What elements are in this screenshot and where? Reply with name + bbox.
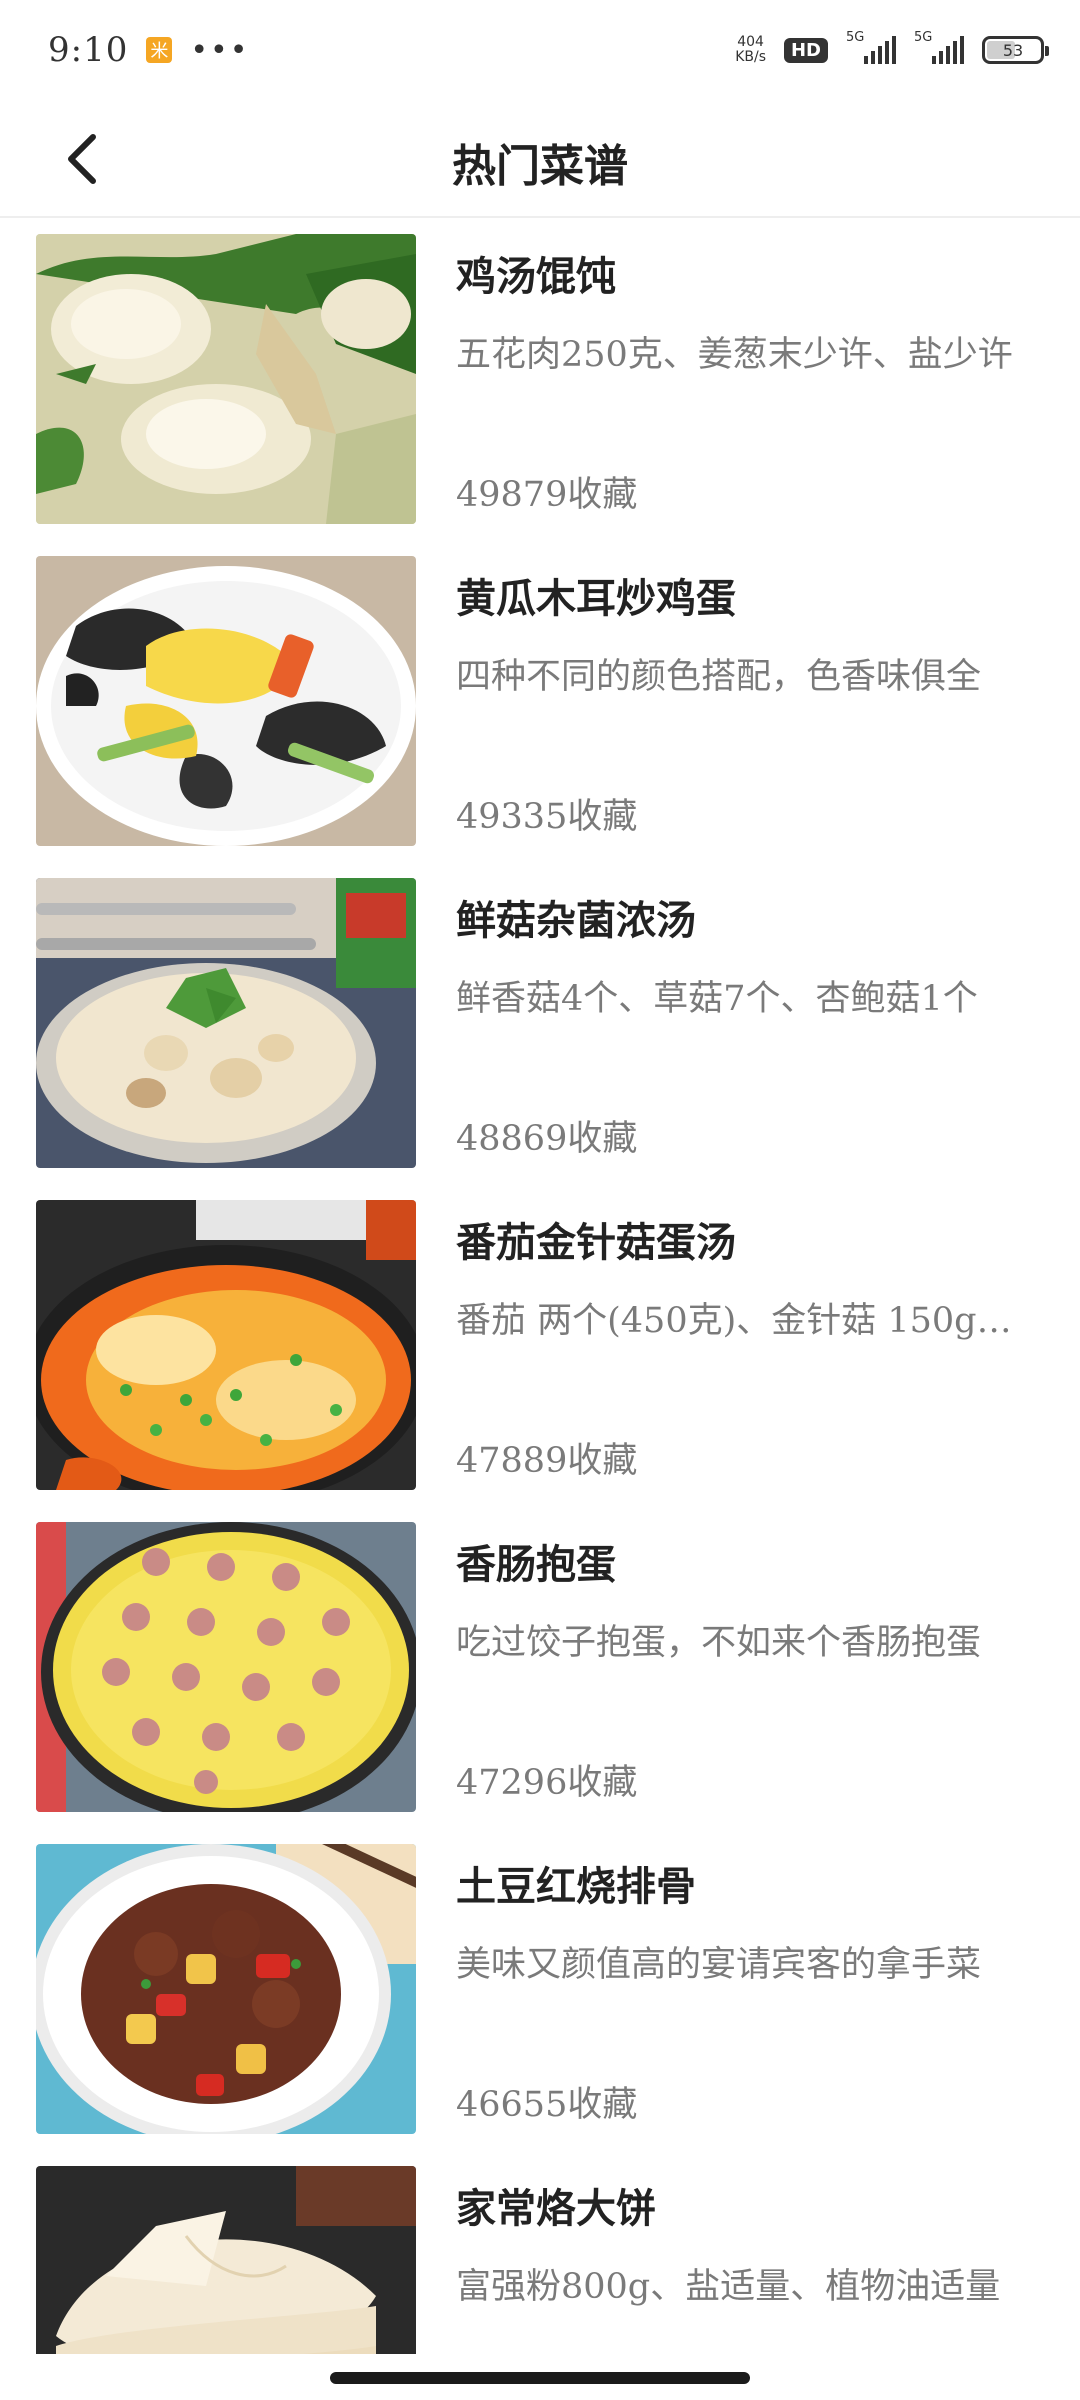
signal-strength-icon: 5G (846, 30, 896, 64)
recipe-name: 鸡汤馄饨 (456, 253, 616, 300)
recipe-favorites-count: 49879收藏 (456, 475, 638, 515)
hd-voice-icon: HD (783, 37, 828, 63)
list-item[interactable]: 土豆红烧排骨 美味又颜值高的宴请宾客的拿手菜 46655收藏 (36, 1844, 1044, 2134)
recipe-description: 五花肉250克、姜葱末少许、盐少许 (456, 335, 1013, 375)
status-bar: 9:10 米 ••• 404 KB/s HD 5G 5G 53 (0, 0, 1080, 100)
recipe-description: 吃过饺子抱蛋，不如来个香肠抱蛋 (456, 1623, 982, 1663)
recipe-info: 香肠抱蛋 吃过饺子抱蛋，不如来个香肠抱蛋 47296收藏 (456, 1522, 1044, 1812)
recipe-info: 番茄金针菇蛋汤 番茄 两个(450克)、金针菇 150g、鸡蛋 47889收藏 (456, 1200, 1044, 1490)
page-title: 热门菜谱 (452, 141, 628, 192)
recipe-name: 鲜菇杂菌浓汤 (456, 897, 696, 944)
recipe-favorites-count: 47296收藏 (456, 1763, 638, 1803)
recipe-name: 黄瓜木耳炒鸡蛋 (456, 575, 736, 622)
recipe-image (36, 234, 416, 524)
recipe-favorites-count: 49335收藏 (456, 797, 638, 837)
recipe-image (36, 1844, 416, 2134)
more-notifications-icon: ••• (190, 32, 250, 68)
network-speed-unit: KB/s (735, 49, 766, 65)
recipe-image (36, 878, 416, 1168)
recipe-image (36, 1522, 416, 1812)
recipe-name: 番茄金针菇蛋汤 (456, 1219, 736, 1266)
list-item[interactable]: 鲜菇杂菌浓汤 鲜香菇4个、草菇7个、杏鲍菇1个 48869收藏 (36, 878, 1044, 1168)
recipe-image (36, 556, 416, 846)
notification-app-icon: 米 (146, 37, 173, 63)
battery-icon: 53 (982, 36, 1049, 64)
list-item[interactable]: 家常烙大饼 富强粉800g、盐适量、植物油适量 (36, 2166, 1044, 2354)
recipe-info: 鸡汤馄饨 五花肉250克、姜葱末少许、盐少许 49879收藏 (456, 234, 1044, 524)
recipe-info: 鲜菇杂菌浓汤 鲜香菇4个、草菇7个、杏鲍菇1个 48869收藏 (456, 878, 1044, 1168)
recipe-list[interactable]: 鸡汤馄饨 五花肉250克、姜葱末少许、盐少许 49879收藏 黄瓜木耳炒鸡蛋 四… (0, 234, 1080, 2354)
status-left: 9:10 米 ••• (48, 30, 249, 70)
status-time: 9:10 (48, 30, 129, 70)
signal-strength-icon-2: 5G (914, 30, 964, 64)
list-item[interactable]: 番茄金针菇蛋汤 番茄 两个(450克)、金针菇 150g、鸡蛋 47889收藏 (36, 1200, 1044, 1490)
recipe-name: 香肠抱蛋 (456, 1541, 616, 1588)
recipe-favorites-count: 48869收藏 (456, 1119, 638, 1159)
header-bar: 热门菜谱 (0, 100, 1080, 218)
recipe-image (36, 2166, 416, 2354)
recipe-description: 四种不同的颜色搭配，色香味俱全 (456, 657, 982, 697)
status-right: 404 KB/s HD 5G 5G 53 (735, 30, 1049, 65)
list-item[interactable]: 黄瓜木耳炒鸡蛋 四种不同的颜色搭配，色香味俱全 49335收藏 (36, 556, 1044, 846)
recipe-favorites-count: 46655收藏 (456, 2085, 638, 2125)
recipe-description: 美味又颜值高的宴请宾客的拿手菜 (456, 1945, 982, 1985)
recipe-info: 黄瓜木耳炒鸡蛋 四种不同的颜色搭配，色香味俱全 49335收藏 (456, 556, 1044, 846)
signal-label-2: 5G (914, 30, 933, 45)
recipe-image (36, 1200, 416, 1490)
network-speed: 404 KB/s (735, 35, 766, 65)
battery-level: 53 (1002, 40, 1024, 60)
recipe-name: 土豆红烧排骨 (456, 1863, 696, 1910)
list-item[interactable]: 香肠抱蛋 吃过饺子抱蛋，不如来个香肠抱蛋 47296收藏 (36, 1522, 1044, 1812)
recipe-info: 土豆红烧排骨 美味又颜值高的宴请宾客的拿手菜 46655收藏 (456, 1844, 1044, 2134)
recipe-favorites-count: 47889收藏 (456, 1441, 638, 1481)
network-speed-value: 404 (737, 34, 764, 50)
gesture-navigation-bar[interactable] (330, 2372, 750, 2384)
list-item[interactable]: 鸡汤馄饨 五花肉250克、姜葱末少许、盐少许 49879收藏 (36, 234, 1044, 524)
recipe-info: 家常烙大饼 富强粉800g、盐适量、植物油适量 (456, 2166, 1044, 2354)
recipe-description: 鲜香菇4个、草菇7个、杏鲍菇1个 (456, 979, 978, 1019)
recipe-description: 番茄 两个(450克)、金针菇 150g、鸡蛋 (456, 1301, 1036, 1341)
recipe-description: 富强粉800g、盐适量、植物油适量 (456, 2267, 1001, 2307)
signal-label: 5G (846, 30, 865, 45)
recipe-name: 家常烙大饼 (456, 2185, 656, 2232)
